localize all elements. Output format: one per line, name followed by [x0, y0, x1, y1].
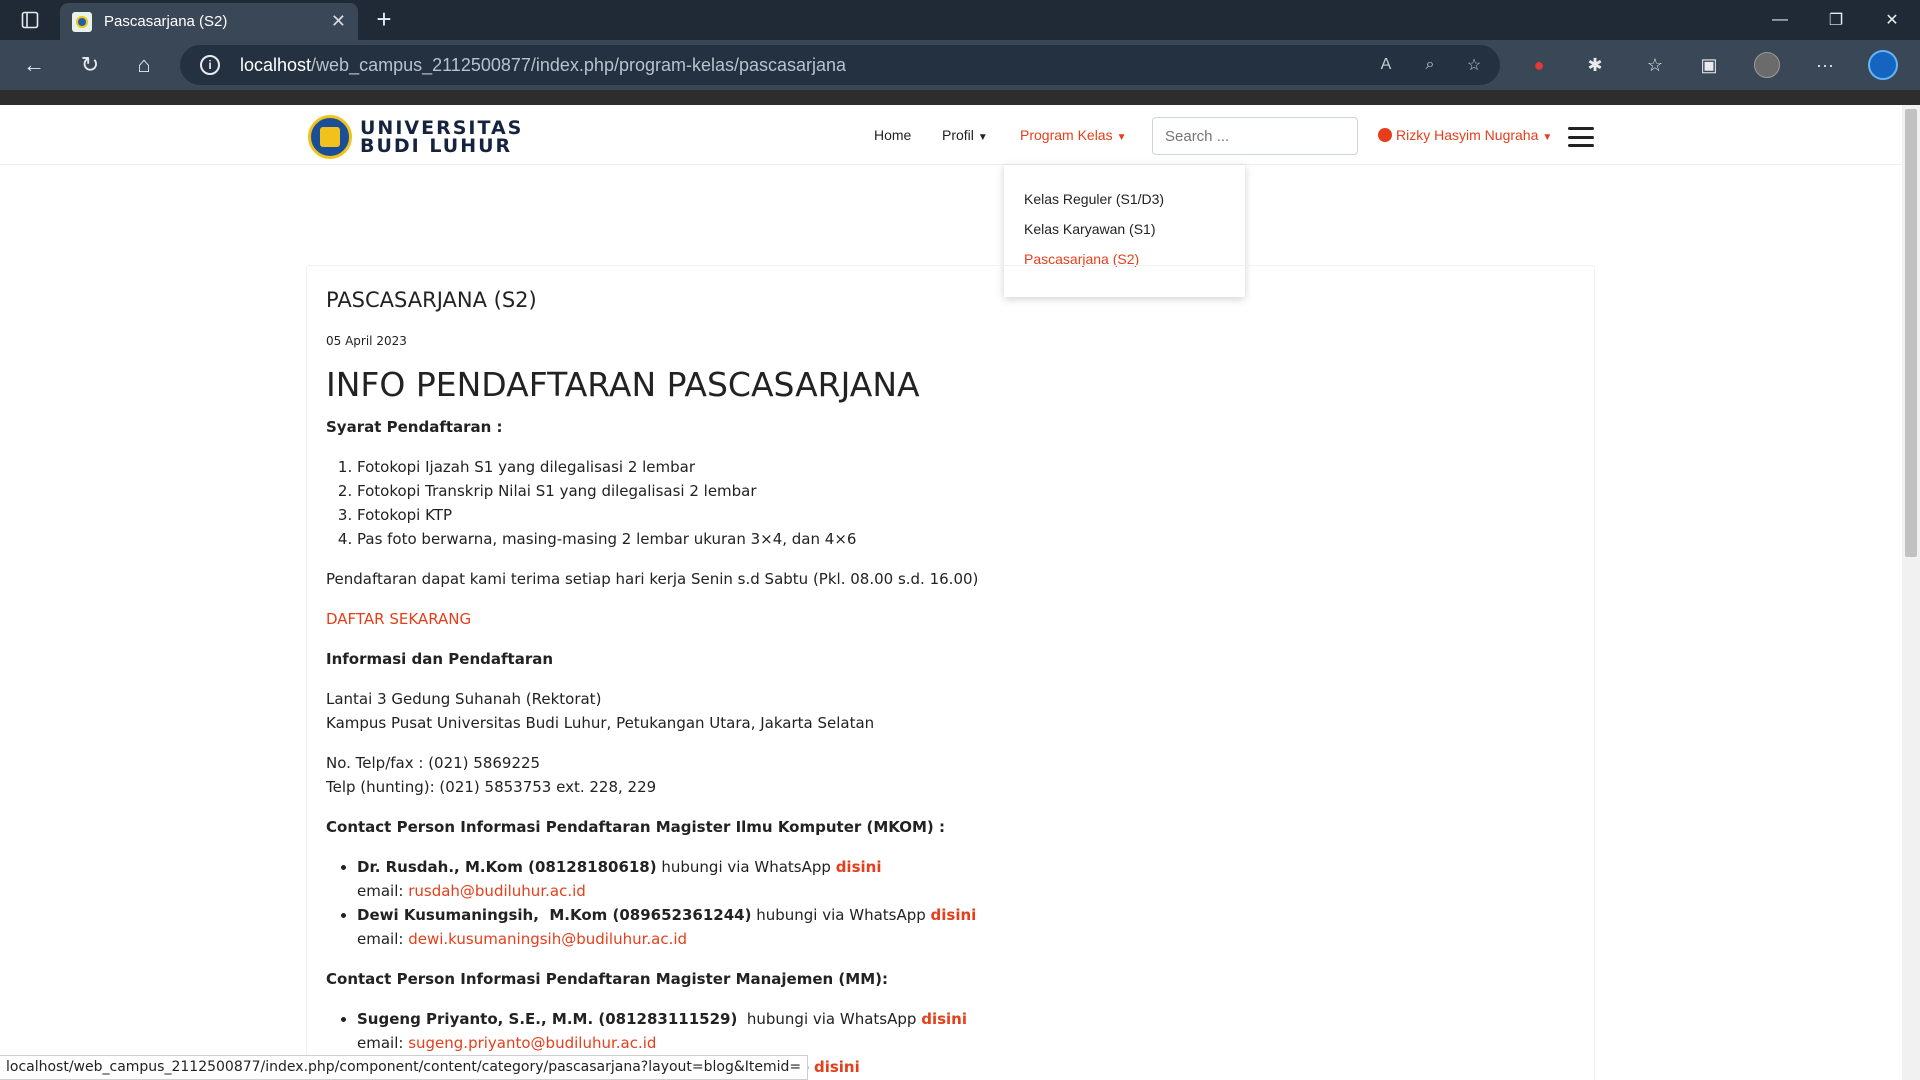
- site-favicon-icon: [72, 11, 92, 32]
- whatsapp-link[interactable]: disini: [931, 906, 977, 924]
- chevron-down-icon: ▼: [1116, 132, 1127, 143]
- toolbar-divider: [0, 90, 1920, 105]
- new-tab-icon[interactable]: +: [370, 6, 398, 34]
- favorites-icon[interactable]: ☆: [1640, 50, 1670, 80]
- tab-title: Pascasarjana (S2): [104, 13, 228, 30]
- minimize-icon[interactable]: —: [1752, 0, 1808, 40]
- article-date: 05 April 2023: [326, 334, 407, 348]
- copilot-icon[interactable]: [1868, 50, 1898, 80]
- mkom-list: Dr. Rusdah., M.Kom (08128180618) hubungi…: [357, 855, 1576, 951]
- browser-tabbar: Pascasarjana (S2) ✕ + — ❐ ✕: [0, 0, 1920, 40]
- page-title: PASCASARJANA (S2): [326, 288, 537, 312]
- home-icon[interactable]: ⌂: [128, 49, 160, 81]
- whatsapp-link[interactable]: disini: [814, 1058, 860, 1076]
- syarat-list: Fotokopi Ijazah S1 yang dilegalisasi 2 l…: [357, 455, 1576, 551]
- list-item: Fotokopi Ijazah S1 yang dilegalisasi 2 l…: [357, 455, 1576, 479]
- info-label: Informasi dan Pendaftaran: [326, 650, 554, 668]
- email-link[interactable]: sugeng.priyanto@budiluhur.ac.id: [408, 1034, 656, 1052]
- list-item: Pas foto berwarna, masing-masing 2 lemba…: [357, 527, 1576, 551]
- contact-via: hubungi via WhatsApp: [737, 1010, 922, 1028]
- scrollbar-thumb[interactable]: [1905, 109, 1917, 557]
- contact-via: hubungi via WhatsApp: [751, 906, 931, 924]
- email-link[interactable]: rusdah@budiluhur.ac.id: [408, 882, 586, 900]
- nav-home[interactable]: Home: [874, 127, 911, 143]
- close-window-icon[interactable]: ✕: [1864, 0, 1920, 40]
- telp-block: No. Telp/fax : (021) 5869225 Telp (hunti…: [326, 751, 1576, 799]
- mkom-label: Contact Person Informasi Pendaftaran Mag…: [326, 818, 945, 836]
- site-header: UNIVERSITAS BUDI LUHUR Home Profil ▼ Prog…: [0, 105, 1902, 165]
- collections-icon[interactable]: ▣: [1694, 50, 1724, 80]
- contact-name: Dr. Rusdah., M.Kom (08128180618): [357, 858, 657, 876]
- mm-label: Contact Person Informasi Pendaftaran Mag…: [326, 970, 888, 988]
- logo-line2: BUDI LUHUR: [360, 135, 513, 157]
- zoom-icon[interactable]: ⌕: [1418, 53, 1442, 77]
- url-path: /web_campus_2112500877/index.php/program…: [311, 54, 847, 75]
- jadwal-text: Pendaftaran dapat kami terima setiap har…: [326, 570, 979, 588]
- site-info-icon[interactable]: i: [200, 55, 220, 75]
- add-favorite-icon[interactable]: ☆: [1462, 53, 1486, 77]
- site-logo[interactable]: UNIVERSITAS BUDI LUHUR: [308, 115, 523, 159]
- tab-active[interactable]: Pascasarjana (S2) ✕: [60, 3, 358, 40]
- restore-icon[interactable]: ❐: [1808, 0, 1864, 40]
- reload-icon[interactable]: ↻: [74, 49, 106, 81]
- whatsapp-link[interactable]: disini: [836, 858, 882, 876]
- whatsapp-link[interactable]: disini: [921, 1010, 967, 1028]
- browser-toolbar: ← ↻ ⌂ i localhost/web_campus_2112500877/…: [0, 40, 1920, 90]
- article-content: PASCASARJANA (S2) 05 April 2023 INFO PEN…: [326, 285, 1576, 1079]
- contact-name: Dewi Kusumaningsih, M.Kom (089652361244): [357, 906, 752, 924]
- university-emblem-icon: [308, 115, 352, 159]
- daftar-sekarang-link[interactable]: DAFTAR SEKARANG: [326, 610, 471, 628]
- list-item: Sugeng Priyanto, S.E., M.M. (08128311152…: [357, 1007, 1576, 1055]
- email-label: email:: [357, 882, 409, 900]
- contact-via: hubungi via WhatsApp: [656, 858, 836, 876]
- url-host: localhost: [240, 54, 312, 75]
- page-scrollbar[interactable]: ▲: [1902, 105, 1920, 1080]
- contact-name: Sugeng Priyanto, S.E., M.M. (08128311152…: [357, 1010, 738, 1028]
- chevron-down-icon: ▼: [977, 132, 988, 143]
- extension-red-icon[interactable]: ●: [1524, 50, 1554, 80]
- list-item: Fotokopi KTP: [357, 503, 1576, 527]
- tab-actions-icon[interactable]: [14, 8, 46, 32]
- telp-line2: Telp (hunting): (021) 5853753 ext. 228, …: [326, 778, 657, 796]
- alamat-line1: Lantai 3 Gedung Suhanah (Rektorat): [326, 690, 602, 708]
- list-item: Fotokopi Transkrip Nilai S1 yang dilegal…: [357, 479, 1576, 503]
- chevron-down-icon: ▼: [1542, 132, 1553, 143]
- user-menu[interactable]: Rizky Hasyim Nugraha ▼: [1378, 127, 1552, 143]
- nav-program-kelas-label: Program Kelas: [1020, 127, 1113, 143]
- list-item: Dewi Kusumaningsih, M.Kom (089652361244)…: [357, 903, 1576, 951]
- nav-profil-label: Profil: [942, 127, 974, 143]
- dropdown-item-kelas-reguler[interactable]: Kelas Reguler (S1/D3): [1004, 191, 1245, 221]
- user-icon: [1378, 128, 1392, 142]
- address-bar[interactable]: i localhost/web_campus_2112500877/index.…: [180, 45, 1500, 85]
- status-bar-url: localhost/web_campus_2112500877/index.ph…: [0, 1055, 809, 1080]
- list-item: Dr. Rusdah., M.Kom (08128180618) hubungi…: [357, 855, 1576, 903]
- telp-line1: No. Telp/fax : (021) 5869225: [326, 754, 541, 772]
- read-aloud-icon[interactable]: A: [1374, 53, 1398, 77]
- article-heading: INFO PENDAFTARAN PASCASARJANA: [326, 365, 920, 404]
- email-label: email:: [357, 1034, 409, 1052]
- back-icon[interactable]: ←: [18, 49, 50, 81]
- alamat-line2: Kampus Pusat Universitas Budi Luhur, Pet…: [326, 714, 875, 732]
- search-input[interactable]: [1152, 117, 1358, 155]
- syarat-label: Syarat Pendaftaran :: [326, 418, 503, 436]
- user-name: Rizky Hasyim Nugraha: [1396, 127, 1539, 143]
- profile-avatar-icon[interactable]: [1752, 50, 1782, 80]
- email-label: email:: [357, 930, 409, 948]
- alamat-block: Lantai 3 Gedung Suhanah (Rektorat) Kampu…: [326, 687, 1576, 735]
- email-link[interactable]: dewi.kusumaningsih@budiluhur.ac.id: [408, 930, 687, 948]
- dropdown-item-kelas-karyawan[interactable]: Kelas Karyawan (S1): [1004, 221, 1245, 251]
- hamburger-menu-icon[interactable]: [1568, 127, 1594, 147]
- logo-text: UNIVERSITAS BUDI LUHUR: [360, 119, 523, 157]
- nav-profil[interactable]: Profil ▼: [942, 127, 988, 143]
- close-tab-icon[interactable]: ✕: [331, 11, 346, 32]
- nav-program-kelas[interactable]: Program Kelas ▼: [1020, 127, 1127, 143]
- extensions-icon[interactable]: ✱: [1580, 50, 1610, 80]
- more-menu-icon[interactable]: ···: [1810, 50, 1840, 80]
